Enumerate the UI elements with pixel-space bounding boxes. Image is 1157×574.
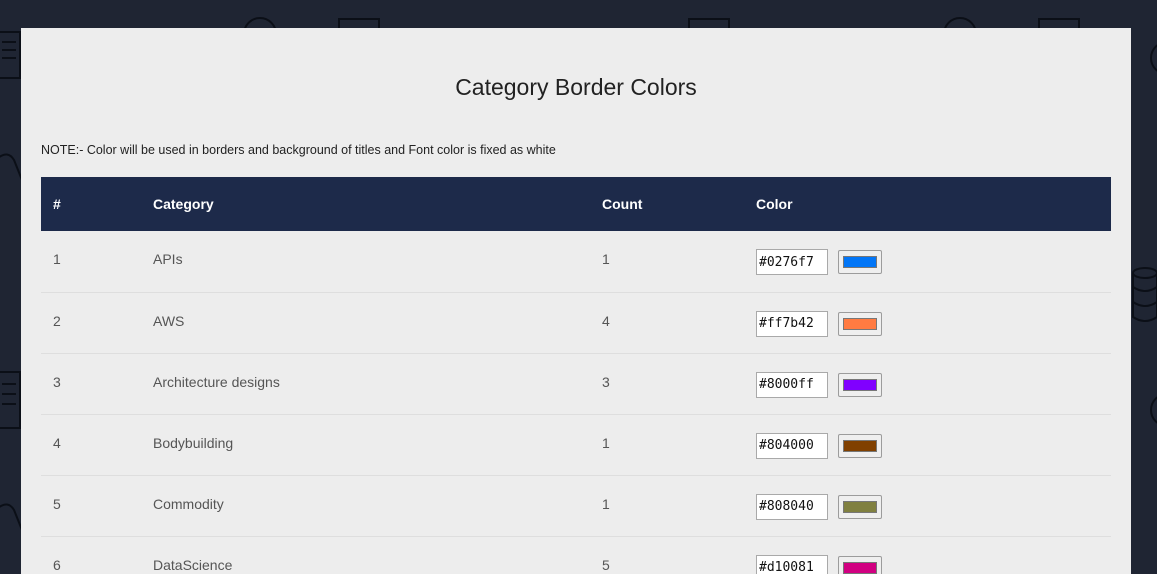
document-icon [688,18,730,28]
circle-icon [944,17,976,28]
row-count: 1 [602,434,610,451]
color-swatch [843,378,877,391]
row-color-cell [744,414,1111,475]
row-color-cell [744,231,1111,292]
wrench-icon [0,153,22,181]
row-index: 4 [53,434,61,451]
page-title: Category Border Colors [455,74,697,100]
category-colors-panel: Category Border Colors NOTE:- Color will… [21,28,1131,574]
row-color-cell [744,475,1111,536]
color-swatch [843,561,877,574]
row-category: DataScience [153,556,233,573]
column-header-category: Category [153,196,214,212]
circle-icon [244,17,276,28]
row-color-cell [744,292,1111,353]
color-hex-input[interactable] [756,310,828,337]
row-count: 3 [602,373,610,390]
row-count: 1 [602,495,610,512]
column-header-index: # [53,196,61,212]
row-index: 5 [53,495,61,512]
color-hex-input[interactable] [756,432,828,459]
table-row: 1 APIs 1 [41,231,1111,292]
color-picker-button[interactable] [838,372,882,397]
row-category: AWS [153,312,185,329]
table-header: # Category Count Color [41,177,1111,231]
row-category: Bodybuilding [153,434,234,451]
document-icon [0,371,21,429]
circle-icon [1150,396,1157,424]
color-hex-input[interactable] [756,554,828,574]
table-row: 2 AWS 4 [41,292,1111,353]
circle-icon [1150,44,1157,72]
color-swatch [843,256,877,269]
column-header-color: Color [756,196,793,212]
document-icon [1038,18,1080,28]
color-picker-button[interactable] [838,250,882,275]
row-index: 6 [53,556,61,573]
table-row: 4 Bodybuilding 1 [41,414,1111,475]
color-picker-button[interactable] [838,494,882,519]
row-category: Commodity [153,495,224,512]
row-category: APIs [153,251,183,268]
color-hex-input[interactable] [756,249,828,276]
row-index: 1 [53,251,61,268]
wrench-icon [0,503,22,531]
database-icon [1132,267,1157,322]
color-swatch [843,439,877,452]
table-body: 1 APIs 1 2 AWS 4 [41,231,1111,574]
note-text: NOTE:- Color will be used in borders and… [41,143,556,157]
color-hex-input[interactable] [756,493,828,520]
color-picker-button[interactable] [838,311,882,336]
color-swatch [843,500,877,513]
color-swatch [843,317,877,330]
row-count: 5 [602,556,610,573]
table-row: 6 DataScience 5 [41,536,1111,574]
category-table: # Category Count Color 1 APIs 1 2 [41,177,1111,574]
color-hex-input[interactable] [756,371,828,398]
row-count: 4 [602,312,610,329]
table-row: 5 Commodity 1 [41,475,1111,536]
row-index: 3 [53,373,61,390]
row-color-cell [744,353,1111,414]
color-picker-button[interactable] [838,433,882,458]
row-index: 2 [53,312,61,329]
column-header-count: Count [602,196,643,212]
color-picker-button[interactable] [838,555,882,574]
row-color-cell [744,536,1111,574]
row-category: Architecture designs [153,373,280,390]
table-row: 3 Architecture designs 3 [41,353,1111,414]
row-count: 1 [602,251,610,268]
document-icon [0,31,21,79]
document-icon [338,18,380,28]
